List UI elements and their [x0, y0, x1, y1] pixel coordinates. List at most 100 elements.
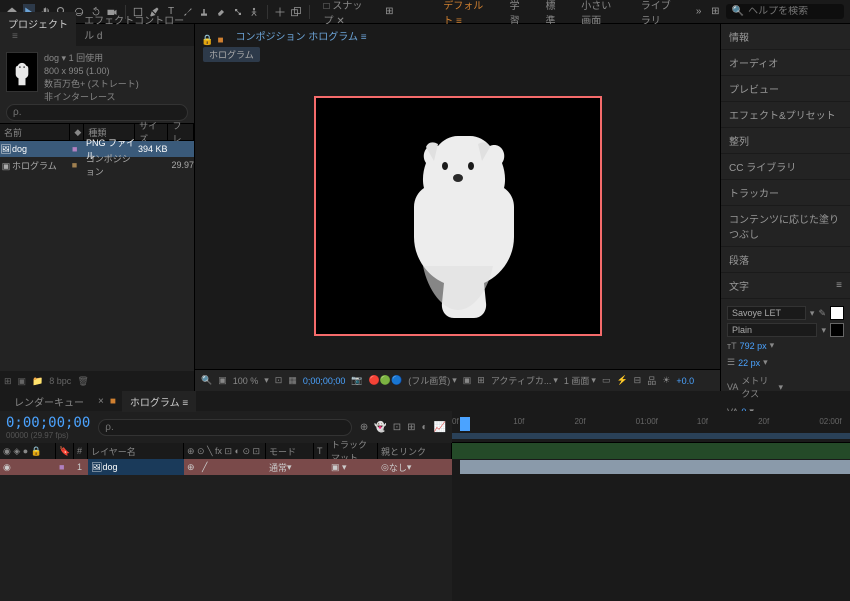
- col-track-matte[interactable]: トラックマット: [328, 443, 378, 459]
- bpc-toggle[interactable]: 8 bpc: [49, 376, 71, 386]
- tab-effect-controls[interactable]: エフェクトコントロール d: [76, 8, 194, 46]
- resolution-icon[interactable]: ⊡: [275, 375, 283, 386]
- camera-dropdown[interactable]: アクティブカ... ▾: [491, 374, 558, 387]
- panel-align[interactable]: 整列: [721, 128, 850, 154]
- shy-icon[interactable]: 👻: [374, 422, 386, 433]
- layer-row[interactable]: ◉ ■ 1 🖼 dog ⊕ ╱ 通常 ▾ ▣ ▾ ◎ なし ▾: [0, 459, 452, 475]
- asset-thumbnail: [6, 52, 38, 92]
- tab-timeline-comp[interactable]: ホログラム ≡: [122, 391, 196, 412]
- snap-opt-icon[interactable]: ⊞: [383, 4, 396, 20]
- graph-editor-icon[interactable]: 📈: [434, 422, 446, 433]
- col-size[interactable]: サイズ: [135, 124, 168, 140]
- puppet-tool[interactable]: [248, 4, 261, 20]
- layer-clip[interactable]: [460, 460, 850, 474]
- leading-icon: ☰: [727, 357, 735, 368]
- layer-search-input[interactable]: [98, 419, 352, 436]
- panel-audio[interactable]: オーディオ: [721, 50, 850, 76]
- axis-icon[interactable]: [273, 4, 286, 20]
- roto-tool[interactable]: [231, 4, 244, 20]
- asset-usage: 1 回使用: [69, 53, 104, 63]
- workspace-more-icon[interactable]: »: [692, 4, 705, 20]
- col-layer-name[interactable]: レイヤー名: [88, 443, 184, 459]
- timeline-icon[interactable]: ⊟: [634, 375, 642, 386]
- composition-panel: 🔒 ■ コンポジション ホログラム ≡ ホログラム: [195, 24, 720, 391]
- panel-tracker[interactable]: トラッカー: [721, 180, 850, 206]
- reset-exposure-icon[interactable]: ☀: [662, 375, 670, 386]
- font-family-dropdown[interactable]: Savoye LET: [727, 306, 806, 320]
- kerning-icon: VA: [727, 382, 738, 392]
- panel-menu-icon[interactable]: ≡: [836, 280, 842, 291]
- col-mode[interactable]: モード: [266, 443, 314, 459]
- interpret-icon[interactable]: ⊞: [4, 376, 12, 387]
- stroke-swatch[interactable]: [830, 323, 844, 337]
- image-icon: 🖼: [0, 144, 12, 155]
- col-tag[interactable]: ◆: [70, 124, 84, 140]
- font-size-value[interactable]: 792 px: [740, 341, 767, 351]
- canvas-layer-bounds[interactable]: [314, 96, 602, 336]
- help-search[interactable]: 🔍: [726, 4, 844, 19]
- work-area-bar[interactable]: [452, 433, 850, 439]
- col-fps[interactable]: フレ...: [168, 124, 194, 140]
- workspace-grid-icon[interactable]: ⊞: [709, 4, 722, 20]
- fast-preview-icon[interactable]: ⚡: [616, 375, 627, 386]
- panel-preview[interactable]: プレビュー: [721, 76, 850, 102]
- leading-value[interactable]: 22 px: [738, 358, 760, 368]
- eyedropper-icon[interactable]: ✎: [818, 308, 826, 319]
- eraser-tool[interactable]: [215, 4, 228, 20]
- flowchart-icon[interactable]: 品: [647, 374, 656, 387]
- font-style-dropdown[interactable]: Plain: [727, 323, 817, 337]
- transparency-icon[interactable]: ▦: [288, 375, 297, 386]
- dog-image: [363, 116, 553, 326]
- panel-content-aware-fill[interactable]: コンテンツに応じた塗りつぶし: [721, 206, 850, 247]
- panel-cc-libraries[interactable]: CC ライブラリ: [721, 154, 850, 180]
- time-ruler[interactable]: 0f 10f 20f 01:00f 10f 20f 02:00f: [452, 411, 850, 443]
- panel-effects-presets[interactable]: エフェクト&プリセット: [721, 102, 850, 128]
- asset-color-mode: 数百万色+ (ストレート): [44, 78, 139, 91]
- image-icon: 🖼: [91, 462, 102, 473]
- help-search-input[interactable]: [748, 6, 838, 17]
- panel-paragraph[interactable]: 段落: [721, 247, 850, 273]
- playhead[interactable]: [460, 417, 470, 431]
- tab-render-queue[interactable]: レンダーキュー: [6, 391, 92, 412]
- comp-breadcrumb: ホログラム: [195, 46, 720, 62]
- channel-icon[interactable]: 🔴🟢🔵: [369, 375, 403, 386]
- breadcrumb-item[interactable]: ホログラム: [203, 47, 260, 62]
- snapshot-icon[interactable]: 📷: [351, 375, 362, 386]
- track-header-strip: [452, 443, 850, 459]
- col-parent[interactable]: 親とリンク: [378, 443, 452, 459]
- views-dropdown[interactable]: 1 画面 ▾: [564, 374, 596, 387]
- tab-composition[interactable]: コンポジション ホログラム ≡: [228, 25, 375, 46]
- col-name[interactable]: 名前: [0, 124, 70, 140]
- draft3d-icon[interactable]: ⊡: [393, 422, 401, 433]
- always-preview-icon[interactable]: ▣: [218, 375, 227, 386]
- grid-icon[interactable]: ⊞: [477, 375, 485, 386]
- fill-swatch[interactable]: [830, 306, 844, 320]
- panel-info[interactable]: 情報: [721, 24, 850, 50]
- layer-track[interactable]: [452, 459, 850, 475]
- anchor-icon[interactable]: [290, 4, 303, 20]
- frame-blend-icon[interactable]: ⊞: [407, 422, 415, 433]
- layer-columns: ◉ ◈ ● 🔒 🔖 # レイヤー名 ⊕ ⊙ ╲ fx ⊡ ◐ ⊙ ⊡ モード T…: [0, 443, 452, 459]
- timeline-tracks[interactable]: 0f 10f 20f 01:00f 10f 20f 02:00f: [452, 411, 850, 601]
- new-folder-icon[interactable]: 📁: [32, 376, 43, 387]
- pixel-aspect-icon[interactable]: ▭: [602, 375, 611, 386]
- panel-character[interactable]: 文字≡: [721, 273, 850, 299]
- project-row[interactable]: ▣ホログラム ■ コンポジション 29.97: [0, 157, 194, 173]
- composition-viewer[interactable]: [195, 62, 720, 369]
- comp-mini-icon[interactable]: ⊕: [360, 422, 368, 433]
- quality-dropdown[interactable]: (フル画質) ▾: [408, 374, 457, 387]
- lock-icon[interactable]: 🔒: [201, 35, 213, 46]
- exposure-value[interactable]: +0.0: [676, 376, 694, 386]
- current-time[interactable]: 0;00;00;00: [303, 376, 346, 386]
- timecode-sub: 00000 (29.97 fps): [6, 431, 90, 440]
- magnification-icon[interactable]: 🔍: [201, 375, 212, 386]
- kerning-value[interactable]: メトリクス: [741, 374, 775, 400]
- motion-blur-icon[interactable]: ◐: [422, 422, 428, 433]
- stamp-tool[interactable]: [198, 4, 211, 20]
- tab-project[interactable]: プロジェクト≡: [0, 12, 76, 46]
- new-comp-icon[interactable]: ▣: [18, 376, 27, 387]
- trash-icon[interactable]: 🗑: [77, 376, 88, 387]
- zoom-value[interactable]: 100 %: [233, 376, 259, 386]
- region-icon[interactable]: ▣: [463, 375, 472, 386]
- current-timecode[interactable]: 0;00;00;00: [6, 415, 90, 431]
